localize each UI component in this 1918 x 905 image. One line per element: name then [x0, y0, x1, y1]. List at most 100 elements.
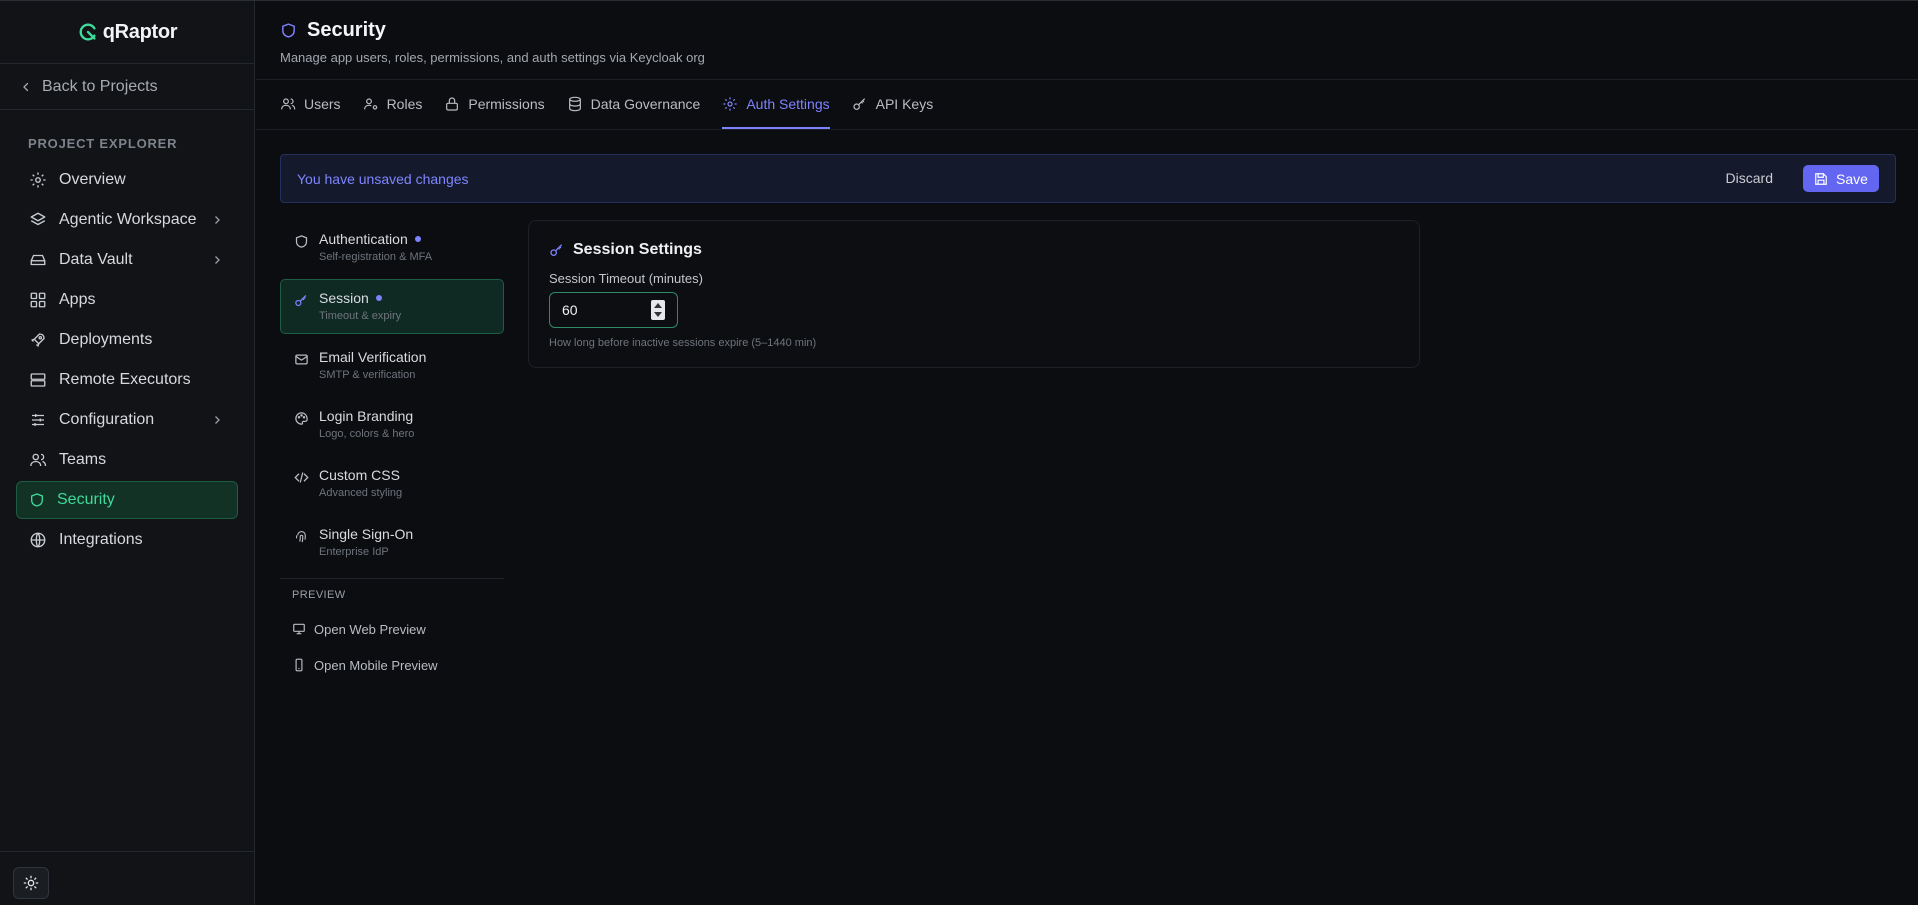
tab-label: Users [304, 95, 341, 112]
spin-down-icon[interactable] [654, 312, 662, 317]
tab-api-keys[interactable]: API Keys [852, 80, 933, 129]
sidebar-item-apps[interactable]: Apps [16, 281, 238, 319]
settings-item-desc: Self-registration & MFA [319, 251, 433, 263]
sidebar-item-deployments[interactable]: Deployments [16, 321, 238, 359]
settings-item-title: Custom CSS [319, 467, 400, 483]
sidebar-item-remote-executors[interactable]: Remote Executors [16, 361, 238, 399]
chevron-right-icon [211, 214, 223, 226]
settings-nav-divider [280, 578, 504, 579]
sidebar-item-label: Overview [59, 171, 126, 188]
unsaved-changes-text: You have unsaved changes [297, 170, 469, 187]
logo-icon [77, 21, 99, 43]
tab-label: Roles [386, 95, 423, 112]
sidebar-item-label: Integrations [59, 531, 143, 548]
unsaved-dot [414, 236, 421, 242]
chevron-left-icon [20, 81, 32, 93]
save-icon [1814, 172, 1828, 186]
page-header: Security Manage app users, roles, permis… [256, 1, 1918, 80]
settings-item-single-sign-on[interactable]: Single Sign-On Enterprise IdP [280, 515, 504, 570]
sidebar-item-label: Data Vault [59, 251, 133, 268]
settings-item-title: Single Sign-On [319, 526, 414, 542]
settings-item-title: Session [319, 290, 369, 306]
auth-settings-nav: Authentication Self-registration & MFA S… [280, 220, 504, 683]
fingerprint-icon [294, 529, 309, 544]
users-icon [29, 451, 47, 469]
session-settings-card: Session Settings Session Timeout (minute… [528, 220, 1420, 368]
settings-item-desc: Enterprise IdP [319, 546, 389, 558]
sun-icon [23, 875, 39, 891]
theme-toggle-button[interactable] [13, 867, 49, 899]
globe-icon [29, 531, 47, 549]
project-nav: Overview Agentic Workspace Data Vault Ap… [0, 161, 254, 559]
apps-grid-icon [29, 291, 47, 309]
sidebar-item-label: Deployments [59, 331, 153, 348]
layers-icon [29, 211, 47, 229]
sliders-icon [29, 411, 47, 429]
tab-label: Permissions [468, 95, 545, 112]
spin-up-icon[interactable] [654, 303, 662, 308]
main-content: Security Manage app users, roles, permis… [256, 1, 1918, 905]
settings-item-login-branding[interactable]: Login Branding Logo, colors & hero [280, 397, 504, 452]
tab-label: Auth Settings [746, 95, 830, 112]
sidebar-item-label: Teams [59, 451, 107, 468]
open-mobile-preview-link[interactable]: Open Mobile Preview [280, 647, 504, 683]
key-icon [294, 293, 309, 308]
session-timeout-label: Session Timeout (minutes) [549, 271, 703, 286]
monitor-icon [292, 622, 306, 636]
settings-item-desc: SMTP & verification [319, 369, 416, 381]
session-timeout-input[interactable] [562, 302, 642, 318]
tab-permissions[interactable]: Permissions [444, 80, 545, 129]
open-web-preview-link[interactable]: Open Web Preview [280, 611, 504, 647]
sidebar-item-overview[interactable]: Overview [16, 161, 238, 199]
unsaved-dot [375, 295, 382, 301]
sidebar-item-data-vault[interactable]: Data Vault [16, 241, 238, 279]
unsaved-changes-banner: You have unsaved changes Discard Save [280, 154, 1896, 203]
sidebar: qRaptor Back to Projects PROJECT EXPLORE… [0, 1, 255, 905]
tab-roles[interactable]: Roles [363, 80, 423, 129]
back-to-projects-link[interactable]: Back to Projects [0, 64, 254, 110]
code-icon [294, 470, 309, 485]
rocket-icon [29, 331, 47, 349]
preview-link-label: Open Web Preview [314, 621, 426, 637]
section-label: PROJECT EXPLORER [28, 136, 178, 151]
mail-icon [294, 352, 309, 367]
palette-icon [294, 411, 309, 426]
sidebar-item-integrations[interactable]: Integrations [16, 521, 238, 559]
page-title: Security [307, 19, 386, 41]
discard-button[interactable]: Discard [1726, 170, 1773, 186]
user-cog-icon [363, 96, 379, 112]
preview-link-label: Open Mobile Preview [314, 657, 438, 673]
sidebar-item-label: Remote Executors [59, 371, 191, 388]
settings-item-session[interactable]: Session Timeout & expiry [280, 279, 504, 334]
number-spinner[interactable] [651, 300, 665, 320]
settings-item-authentication[interactable]: Authentication Self-registration & MFA [280, 220, 504, 275]
save-button[interactable]: Save [1803, 165, 1879, 192]
shield-icon [294, 234, 309, 249]
sidebar-item-agentic-workspace[interactable]: Agentic Workspace [16, 201, 238, 239]
users-icon [280, 96, 296, 112]
settings-item-title: Email Verification [319, 349, 427, 365]
settings-item-title: Login Branding [319, 408, 414, 424]
card-title: Session Settings [549, 241, 1399, 259]
smartphone-icon [292, 658, 306, 672]
hard-drive-icon [29, 251, 47, 269]
shield-icon [29, 492, 45, 508]
sidebar-item-label: Apps [59, 291, 96, 308]
security-tabs: Users Roles Permissions Data Governance … [256, 80, 1918, 130]
settings-item-email-verification[interactable]: Email Verification SMTP & verification [280, 338, 504, 393]
session-timeout-hint: How long before inactive sessions expire… [549, 337, 817, 349]
settings-item-desc: Advanced styling [319, 487, 403, 499]
sidebar-item-teams[interactable]: Teams [16, 441, 238, 479]
settings-item-desc: Logo, colors & hero [319, 428, 415, 440]
tab-auth-settings[interactable]: Auth Settings [722, 80, 830, 129]
tab-users[interactable]: Users [280, 80, 341, 129]
save-button-label: Save [1836, 170, 1868, 187]
tab-data-governance[interactable]: Data Governance [567, 80, 701, 129]
tab-label: Data Governance [590, 95, 701, 112]
sidebar-item-security[interactable]: Security [16, 481, 238, 519]
logo-text: qRaptor [102, 20, 178, 43]
sidebar-divider [0, 851, 254, 852]
settings-item-custom-css[interactable]: Custom CSS Advanced styling [280, 456, 504, 511]
sidebar-item-configuration[interactable]: Configuration [16, 401, 238, 439]
logo[interactable]: qRaptor [0, 1, 254, 64]
